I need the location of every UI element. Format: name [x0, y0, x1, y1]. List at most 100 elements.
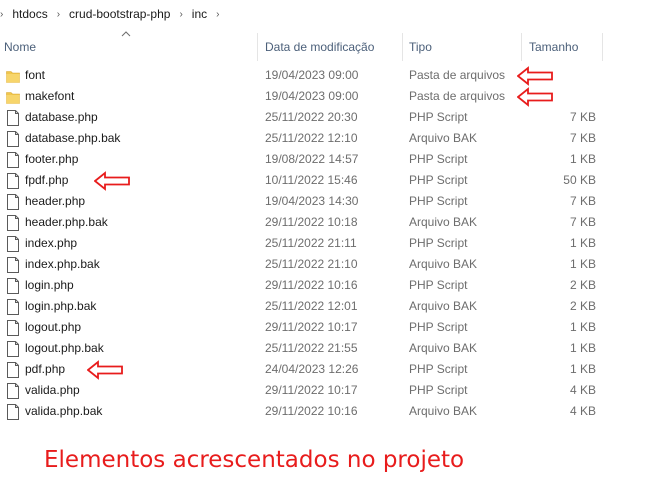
breadcrumb-item-inc[interactable]: inc	[189, 7, 210, 21]
list-item[interactable]: login.php 29/11/2022 10:16 PHP Script 2 KB	[0, 275, 646, 296]
column-header-name[interactable]: Nome	[0, 33, 258, 61]
file-name: valida.php	[25, 383, 80, 397]
file-icon	[6, 383, 20, 399]
file-type: Arquivo BAK	[409, 341, 478, 355]
file-size: 1 KB	[569, 257, 596, 271]
file-type: PHP Script	[409, 152, 468, 166]
column-header-type[interactable]: Tipo	[405, 33, 522, 61]
breadcrumb: › htdocs › crud-bootstrap-php › inc ›	[0, 0, 646, 28]
file-size: 1 KB	[569, 320, 596, 334]
file-icon	[6, 404, 20, 420]
file-date: 29/11/2022 10:18	[265, 215, 358, 229]
list-item[interactable]: makefont 19/04/2023 09:00 Pasta de arquivo…	[0, 86, 646, 107]
chevron-right-icon[interactable]: ›	[210, 9, 225, 20]
file-icon	[6, 194, 20, 210]
column-header-size[interactable]: Tamanho	[525, 33, 603, 61]
list-item[interactable]: fpdf.php 10/11/2022 15:46 PHP Script 50 KB	[0, 170, 646, 191]
file-date: 25/11/2022 21:11	[265, 236, 357, 250]
file-size: 2 KB	[569, 278, 596, 292]
breadcrumb-item-crud-bootstrap-php[interactable]: crud-bootstrap-php	[66, 7, 173, 21]
file-date: 25/11/2022 20:30	[265, 110, 358, 124]
file-size: 4 KB	[569, 404, 596, 418]
file-type: PHP Script	[409, 194, 468, 208]
column-header-date-label: Data de modificação	[265, 40, 375, 54]
file-date: 10/11/2022 15:46	[265, 173, 358, 187]
file-icon	[6, 299, 20, 315]
breadcrumb-item-htdocs[interactable]: htdocs	[9, 7, 50, 21]
list-item[interactable]: valida.php 29/11/2022 10:17 PHP Script 4 KB	[0, 380, 646, 401]
file-name: database.php.bak	[25, 131, 121, 145]
file-name: database.php	[25, 110, 98, 124]
file-name: login.php.bak	[25, 299, 97, 313]
file-size: 1 KB	[569, 362, 596, 376]
file-name: fpdf.php	[25, 173, 69, 187]
file-type: Arquivo BAK	[409, 215, 478, 229]
annotation-arrow-icon	[517, 66, 553, 86]
file-type: Arquivo BAK	[409, 404, 478, 418]
file-icon	[6, 215, 20, 231]
file-size: 7 KB	[569, 215, 596, 229]
folder-icon	[6, 89, 20, 105]
file-size: 7 KB	[569, 131, 596, 145]
file-size: 7 KB	[569, 194, 596, 208]
file-size: 50 KB	[563, 173, 596, 187]
file-name: pdf.php	[25, 362, 66, 376]
file-size: 4 KB	[569, 383, 596, 397]
file-name: index.php.bak	[25, 257, 100, 271]
list-item[interactable]: logout.php.bak 25/11/2022 21:55 Arquivo BA…	[0, 338, 646, 359]
file-icon	[6, 341, 20, 357]
file-date: 29/11/2022 10:17	[265, 320, 358, 334]
file-name: logout.php	[25, 320, 82, 334]
file-type: PHP Script	[409, 236, 468, 250]
file-list: font 19/04/2023 09:00 Pasta de arquivos mak…	[0, 65, 646, 422]
file-date: 19/04/2023 14:30	[265, 194, 359, 208]
list-item[interactable]: database.php.bak 25/11/2022 12:10 Arquivo …	[0, 128, 646, 149]
file-date: 25/11/2022 12:01	[265, 299, 358, 313]
list-item[interactable]: valida.php.bak 29/11/2022 10:16 Arquivo BA…	[0, 401, 646, 422]
column-header-type-label: Tipo	[409, 40, 432, 54]
file-type: Arquivo BAK	[409, 257, 478, 271]
column-header-size-label: Tamanho	[529, 40, 579, 54]
file-name: makefont	[25, 89, 75, 103]
list-item[interactable]: index.php 25/11/2022 21:11 PHP Script 1 KB	[0, 233, 646, 254]
file-date: 25/11/2022 21:55	[265, 341, 358, 355]
file-date: 19/08/2022 14:57	[265, 152, 359, 166]
file-size: 1 KB	[569, 341, 596, 355]
file-icon	[6, 320, 20, 336]
file-type: PHP Script	[409, 173, 468, 187]
file-type: Arquivo BAK	[409, 299, 478, 313]
list-item[interactable]: font 19/04/2023 09:00 Pasta de arquivos	[0, 65, 646, 86]
list-item[interactable]: index.php.bak 25/11/2022 21:10 Arquivo BAK…	[0, 254, 646, 275]
list-item[interactable]: footer.php 19/08/2022 14:57 PHP Script 1 KB	[0, 149, 646, 170]
list-item[interactable]: login.php.bak 25/11/2022 12:01 Arquivo BAK…	[0, 296, 646, 317]
file-icon	[6, 278, 20, 294]
file-date: 24/04/2023 12:26	[265, 362, 359, 376]
file-name: index.php	[25, 236, 78, 250]
list-item[interactable]: database.php 25/11/2022 20:30 PHP Script 7 …	[0, 107, 646, 128]
file-size: 2 KB	[569, 299, 596, 313]
list-item[interactable]: header.php.bak 29/11/2022 10:18 Arquivo BA…	[0, 212, 646, 233]
chevron-right-icon[interactable]: ›	[51, 9, 66, 20]
file-icon	[6, 362, 20, 378]
file-name: header.php	[25, 194, 86, 208]
file-name: logout.php.bak	[25, 341, 104, 355]
list-item[interactable]: logout.php 29/11/2022 10:17 PHP Script 1 KB	[0, 317, 646, 338]
annotation-arrow-icon	[517, 87, 553, 107]
file-type: PHP Script	[409, 320, 468, 334]
file-date: 19/04/2023 09:00	[265, 68, 359, 82]
chevron-right-icon[interactable]: ›	[0, 9, 9, 20]
column-header-row: Nome Data de modificação Tipo Tamanho	[0, 33, 646, 61]
list-item[interactable]: pdf.php 24/04/2023 12:26 PHP Script 1 KB	[0, 359, 646, 380]
column-header-date[interactable]: Data de modificação	[261, 33, 403, 61]
file-type: Arquivo BAK	[409, 131, 478, 145]
file-name: valida.php.bak	[25, 404, 103, 418]
chevron-right-icon[interactable]: ›	[173, 9, 188, 20]
file-icon	[6, 152, 20, 168]
list-item[interactable]: header.php 19/04/2023 14:30 PHP Script 7 KB	[0, 191, 646, 212]
column-header-name-label: Nome	[4, 40, 37, 54]
file-size: 1 KB	[569, 236, 596, 250]
file-date: 19/04/2023 09:00	[265, 89, 359, 103]
file-type: PHP Script	[409, 362, 468, 376]
file-icon	[6, 131, 20, 147]
folder-icon	[6, 68, 20, 84]
